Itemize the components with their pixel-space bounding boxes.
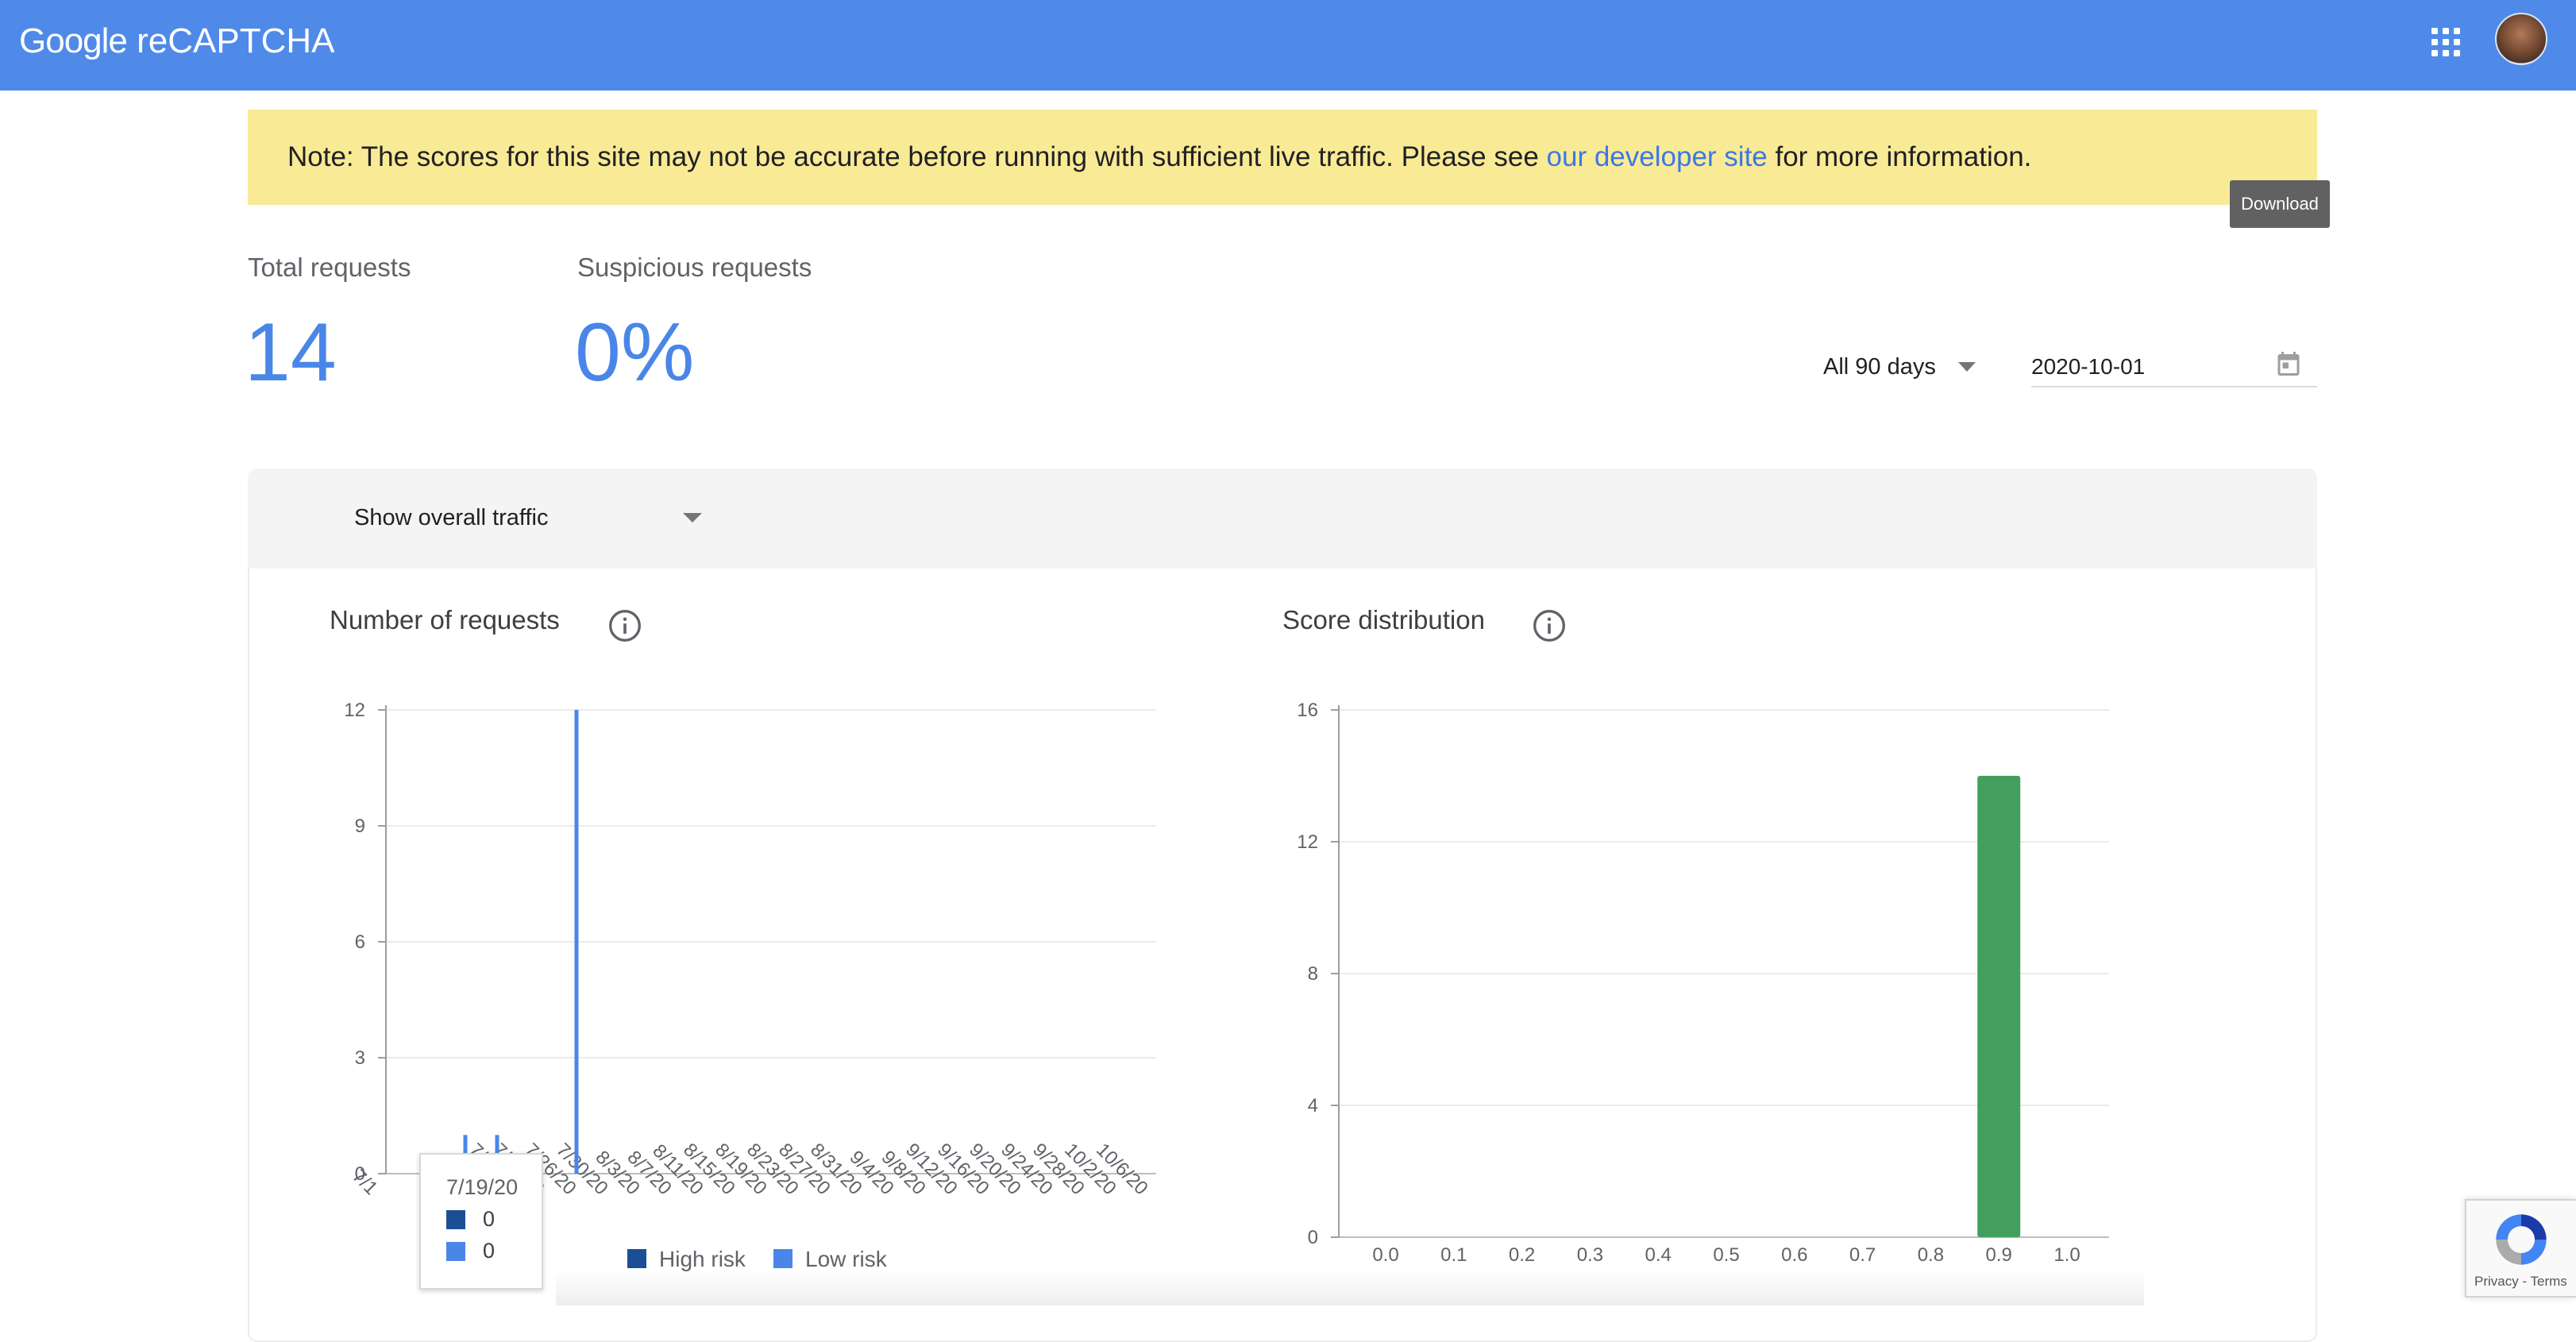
tooltip-low-risk-value: 0: [483, 1239, 496, 1263]
x-tick-label: 0.8: [1918, 1244, 1944, 1266]
x-tick-label: 0.6: [1781, 1244, 1807, 1266]
x-tick-label: 0.2: [1509, 1244, 1535, 1266]
bottom-fade: [556, 1271, 2144, 1305]
x-tick-label: 0.4: [1645, 1244, 1672, 1266]
legend-high-risk-swatch: [627, 1249, 646, 1268]
privacy-terms-links[interactable]: Privacy - Terms: [2474, 1274, 2567, 1290]
x-tick-label: 0.0: [1372, 1244, 1398, 1266]
x-tick-label: 1.0: [2053, 1244, 2080, 1266]
x-tick-label: 0.3: [1577, 1244, 1603, 1266]
google-apps-icon[interactable]: [2430, 26, 2462, 58]
x-tick-label: 0.5: [1713, 1244, 1739, 1266]
tooltip-low-risk-swatch: [446, 1242, 465, 1261]
tooltip-high-risk-value: 0: [483, 1207, 496, 1231]
recaptcha-badge[interactable]: Privacy - Terms: [2465, 1199, 2576, 1298]
score-chart: 0 4 8 12 16 0.0 0.1 0.2 0.3 0.4 0.5 0.6 0.7 0.8 0.9 1.0: [1297, 700, 2109, 1266]
score-bar: [1977, 776, 2021, 1237]
legend-low-risk-swatch: [773, 1249, 792, 1268]
y-tick-label: 0: [1308, 1227, 1318, 1248]
calendar-icon[interactable]: [2274, 349, 2303, 378]
tooltip-date: 7/19/20: [446, 1175, 519, 1199]
x-tick-label: 0.1: [1440, 1244, 1467, 1266]
tooltip-high-risk-swatch: [446, 1210, 465, 1229]
y-tick-label: 8: [1308, 963, 1318, 985]
chart-tooltip: 7/19/20 0 0: [419, 1153, 543, 1290]
legend-high-risk: High risk: [627, 1247, 746, 1272]
legend-low-risk: Low risk: [773, 1247, 887, 1272]
account-avatar[interactable]: [2495, 13, 2547, 65]
y-tick-label: 4: [1308, 1095, 1318, 1116]
x-tick-label: 0.9: [1986, 1244, 2012, 1266]
y-tick-label: 12: [1297, 831, 1318, 853]
recaptcha-logo-icon: [2496, 1214, 2547, 1265]
legend-high-risk-label: High risk: [659, 1247, 746, 1271]
download-tooltip[interactable]: Download: [2230, 180, 2330, 228]
y-tick-label: 16: [1297, 700, 1318, 721]
legend-low-risk-label: Low risk: [805, 1247, 887, 1271]
x-tick-label: 0.7: [1849, 1244, 1876, 1266]
